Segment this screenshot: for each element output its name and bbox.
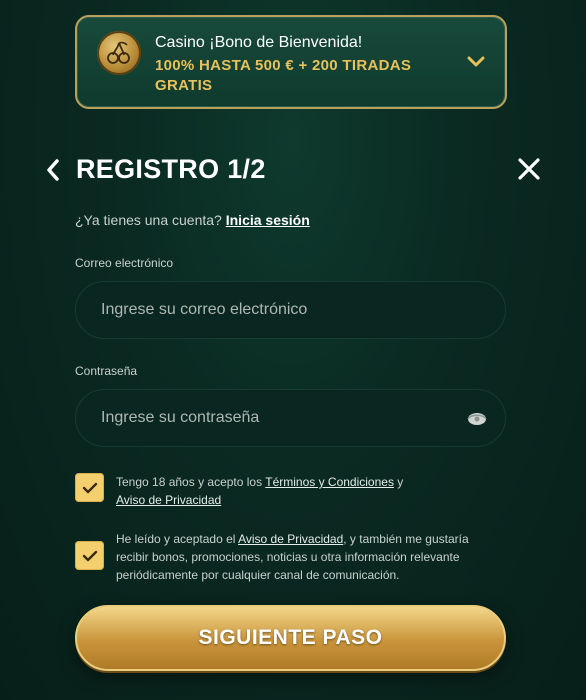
checkmark-icon bbox=[82, 550, 97, 561]
password-label: Contraseña bbox=[75, 364, 138, 378]
age-terms-checkbox[interactable] bbox=[75, 473, 104, 502]
email-label: Correo electrónico bbox=[75, 256, 174, 270]
terms-link[interactable]: Términos y Condiciones bbox=[265, 475, 394, 489]
email-field[interactable] bbox=[76, 282, 505, 338]
marketing-consent: He leído y aceptado el Aviso de Privacid… bbox=[75, 532, 494, 584]
page-title: REGISTRO 1/2 bbox=[76, 154, 266, 184]
marketing-checkbox[interactable] bbox=[75, 541, 104, 570]
age-terms-prefix: Tengo 18 años y acepto los bbox=[116, 475, 266, 489]
marketing-privacy-link[interactable]: Aviso de Privacidad bbox=[238, 532, 343, 546]
age-terms-consent: Tengo 18 años y acepto los Términos y Co… bbox=[75, 473, 446, 509]
login-prompt: ¿Ya tienes una cuenta? Inicia sesión bbox=[75, 212, 310, 228]
age-terms-join: y bbox=[393, 475, 404, 489]
next-step-button[interactable]: SIGUIENTE PASO bbox=[75, 605, 506, 671]
email-field-wrapper bbox=[75, 281, 506, 339]
age-terms-text: Tengo 18 años y acepto los Términos y Co… bbox=[116, 473, 446, 509]
login-link[interactable]: Inicia sesión bbox=[226, 212, 310, 228]
chevron-down-icon[interactable] bbox=[466, 55, 486, 69]
checkmark-icon bbox=[82, 482, 97, 493]
password-field[interactable] bbox=[76, 390, 505, 446]
marketing-text: He leído y aceptado el Aviso de Privacid… bbox=[116, 530, 494, 584]
login-prompt-text: ¿Ya tienes una cuenta? bbox=[75, 212, 222, 228]
marketing-prefix: He leído y aceptado el bbox=[116, 532, 239, 546]
next-step-label: SIGUIENTE PASO bbox=[198, 626, 383, 649]
eye-icon[interactable] bbox=[467, 411, 487, 427]
chevron-left-icon[interactable] bbox=[42, 155, 64, 185]
privacy-link[interactable]: Aviso de Privacidad bbox=[116, 493, 221, 507]
password-field-wrapper bbox=[75, 389, 506, 447]
cherry-coin-icon bbox=[97, 31, 141, 75]
bonus-title: Casino ¡Bono de Bienvenida! bbox=[155, 34, 363, 51]
close-icon[interactable] bbox=[515, 155, 543, 183]
bonus-banner[interactable]: Casino ¡Bono de Bienvenida! 100% HASTA 5… bbox=[75, 15, 507, 109]
bonus-offer: 100% HASTA 500 € + 200 TIRADAS GRATIS bbox=[155, 57, 412, 94]
